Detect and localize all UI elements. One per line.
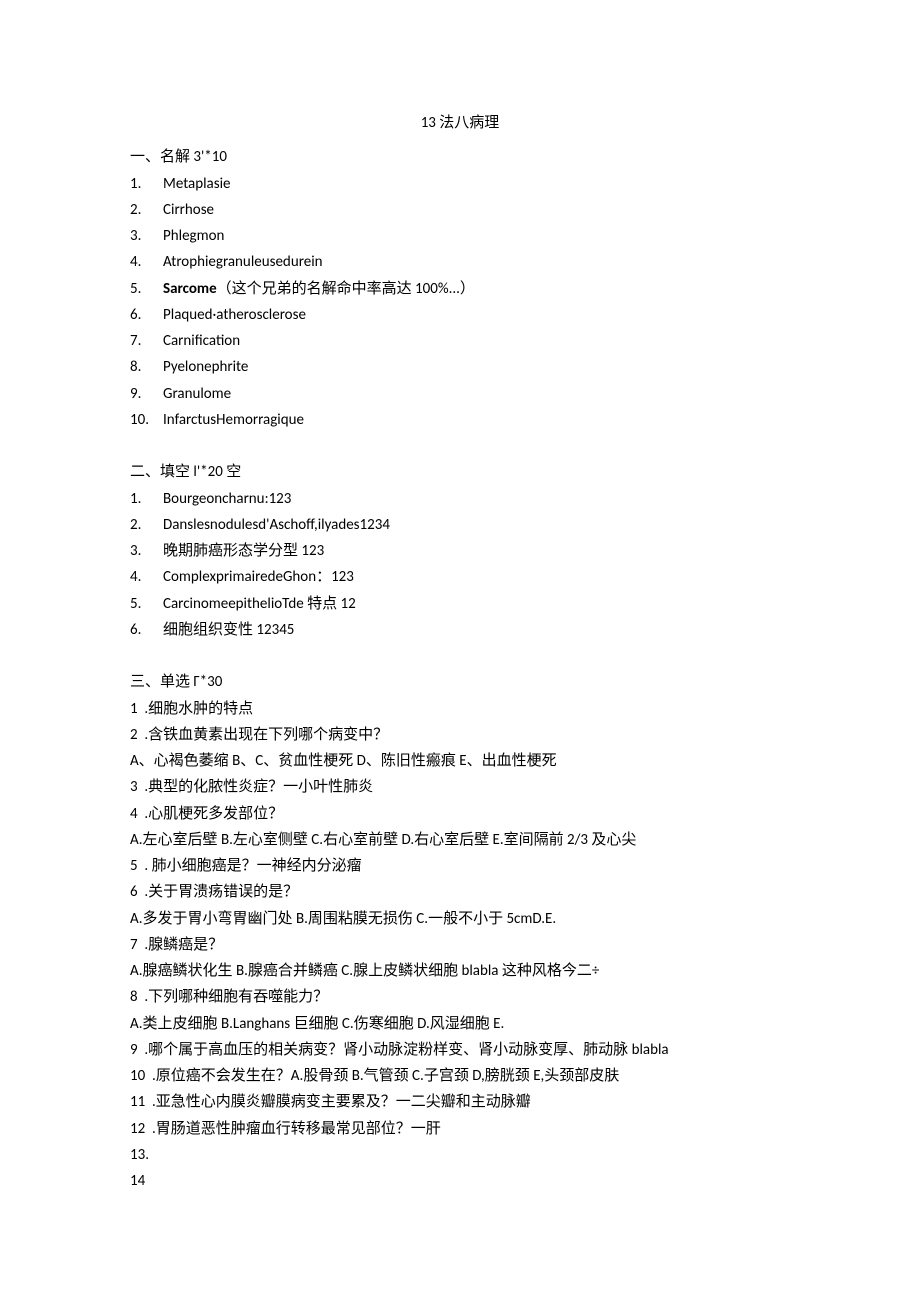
s1-item-3: 3. Phlegmon [130, 223, 790, 249]
s3-line-16: 11 .亚急性心内膜炎瓣膜病变主要累及？一二尖瓣和主动脉瓣 [130, 1089, 790, 1115]
s1-item-9: 9. Granulome [130, 381, 790, 407]
list-content: 晚期肺癌形态学分型 123 [163, 538, 790, 564]
list-content: 细胞组织变性 12345 [163, 617, 790, 643]
list-content: Atrophiegranuleusedurein [163, 249, 790, 275]
list-number: 6. [130, 617, 163, 643]
s3-line-17: 12 .胃肠道恶性肿瘤血行转移最常见部位？一肝 [130, 1116, 790, 1142]
list-number: 2. [130, 512, 163, 538]
list-number: 5. [130, 276, 163, 302]
s2-item-3: 3. 晚期肺癌形态学分型 123 [130, 538, 790, 564]
s1-item-1: 1. Metaplasie [130, 171, 790, 197]
bold-term: Sarcome [163, 280, 217, 298]
section-2-header: 二、填空 l'*20 空 [130, 459, 790, 485]
list-number: 10. [130, 407, 163, 433]
list-number: 3. [130, 538, 163, 564]
blank-line [130, 433, 790, 459]
list-content: Carnification [163, 328, 790, 354]
list-content: Pyelonephrite [163, 354, 790, 380]
list-number: 4. [130, 249, 163, 275]
document-title: 13 法八病理 [130, 110, 790, 136]
s3-line-8: 6 .关于胃溃疡错误的是？ [130, 879, 790, 905]
list-content: InfarctusHemorragique [163, 407, 790, 433]
list-number: 9. [130, 381, 163, 407]
s1-item-8: 8. Pyelonephrite [130, 354, 790, 380]
list-number: 4. [130, 564, 163, 590]
list-content: Danslesnodulesd'Aschoff,ilyades1234 [163, 512, 790, 538]
list-number: 7. [130, 328, 163, 354]
s3-line-1: 1 .细胞水肿的特点 [130, 696, 790, 722]
list-number: 2. [130, 197, 163, 223]
s2-item-5: 5. CarcinomeepithelioTde 特点 12 [130, 591, 790, 617]
blank-line [130, 643, 790, 669]
s3-line-11: A.腺癌鳞状化生 B.腺癌合并鳞癌 C.腺上皮鳞状细胞 blabla 这种风格今… [130, 958, 790, 984]
list-content: Cirrhose [163, 197, 790, 223]
list-content: CarcinomeepithelioTde 特点 12 [163, 591, 790, 617]
s3-line-2: 2 .含铁血黄素出现在下列哪个病变中？ [130, 722, 790, 748]
list-number: 1. [130, 171, 163, 197]
s3-line-10: 7 .腺鳞癌是？ [130, 932, 790, 958]
item-rest: （这个兄弟的名解命中率高达 100%...） [217, 280, 475, 298]
list-number: 1. [130, 486, 163, 512]
s1-item-4: 4. Atrophiegranuleusedurein [130, 249, 790, 275]
section-3-header: 三、单选 Γ*30 [130, 669, 790, 695]
s3-line-19: 14 [130, 1168, 790, 1194]
s3-line-18: 13. [130, 1142, 790, 1168]
list-number: 5. [130, 591, 163, 617]
list-content: Bourgeoncharnu:123 [163, 486, 790, 512]
s2-item-6: 6. 细胞组织变性 12345 [130, 617, 790, 643]
s3-line-13: A.类上皮细胞 B.Langhans 巨细胞 C.伤寒细胞 D.风湿细胞 E. [130, 1011, 790, 1037]
s1-item-5: 5. Sarcome（这个兄弟的名解命中率高达 100%...） [130, 276, 790, 302]
section-1-header: 一、名解 3'*10 [130, 144, 790, 170]
list-content: ComplexprimairedeGhon：123 [163, 564, 790, 590]
s1-item-10: 10. InfarctusHemorragique [130, 407, 790, 433]
s3-line-12: 8 .下列哪种细胞有吞噬能力？ [130, 984, 790, 1010]
list-number: 8. [130, 354, 163, 380]
s3-line-3: A、心褐色萎缩 B、C、贫血性梗死 D、陈旧性瘢痕 E、出血性梗死 [130, 748, 790, 774]
list-content: Granulome [163, 381, 790, 407]
s3-line-4: 3 .典型的化脓性炎症？一小叶性肺炎 [130, 774, 790, 800]
s1-item-7: 7. Carnification [130, 328, 790, 354]
s3-line-14: 9 .哪个属于高血压的相关病变？肾小动脉淀粉样变、肾小动脉变厚、肺动脉 blab… [130, 1037, 790, 1063]
list-content: Metaplasie [163, 171, 790, 197]
list-content: Phlegmon [163, 223, 790, 249]
s1-item-2: 2. Cirrhose [130, 197, 790, 223]
list-number: 6. [130, 302, 163, 328]
s2-item-2: 2. Danslesnodulesd'Aschoff,ilyades1234 [130, 512, 790, 538]
s1-item-6: 6. Plaqued·atherosclerose [130, 302, 790, 328]
document-page: 13 法八病理 一、名解 3'*10 1. Metaplasie 2. Cirr… [0, 0, 920, 1254]
list-content: Sarcome（这个兄弟的名解命中率高达 100%...） [163, 276, 790, 302]
s2-item-4: 4. ComplexprimairedeGhon：123 [130, 564, 790, 590]
s3-line-9: A.多发于胃小弯胃幽门处 B.周围粘膜无损伤 C.一般不小于 5cmD.E. [130, 906, 790, 932]
s3-line-6: A.左心室后壁 B.左心室侧壁 C.右心室前壁 D.右心室后壁 E.室间隔前 2… [130, 827, 790, 853]
list-number: 3. [130, 223, 163, 249]
list-content: Plaqued·atherosclerose [163, 302, 790, 328]
s2-item-1: 1. Bourgeoncharnu:123 [130, 486, 790, 512]
s3-line-15: 10 .原位癌不会发生在？A.股骨颈 B.气管颈 C.子宫颈 D,膀胱颈 E,头… [130, 1063, 790, 1089]
s3-line-7: 5 . 肺小细胞癌是？一神经内分泌瘤 [130, 853, 790, 879]
s3-line-5: 4 .心肌梗死多发部位？ [130, 801, 790, 827]
